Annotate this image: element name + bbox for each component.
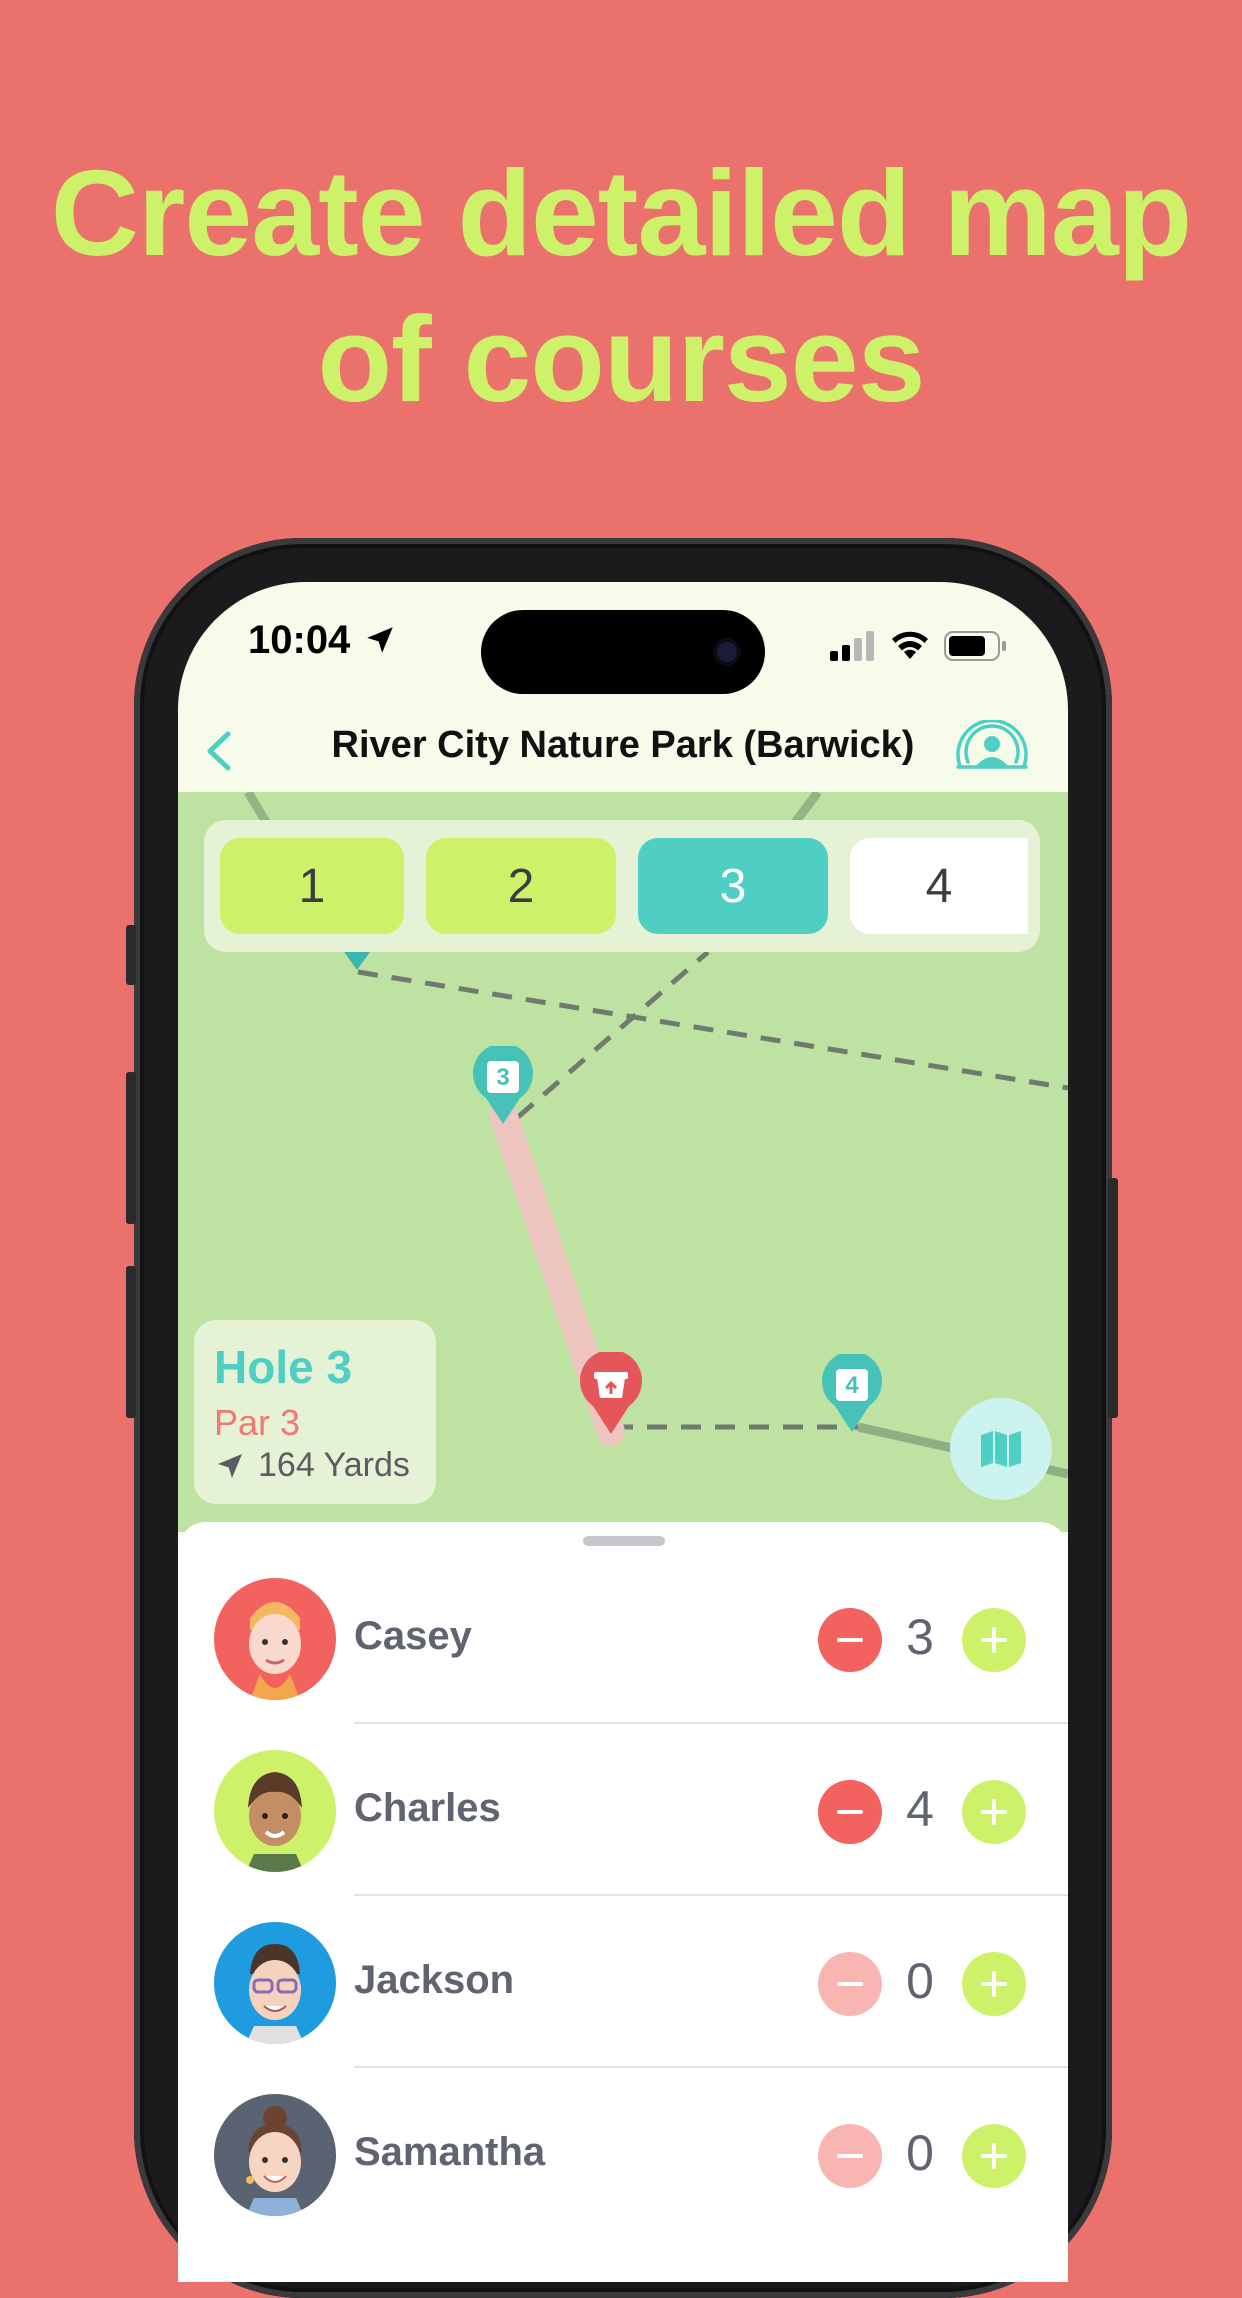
hole-tab-3[interactable]: 3 [638, 838, 828, 934]
hole-info-card: Hole 3 Par 3 164 Yards [194, 1320, 436, 1504]
dynamic-island [481, 610, 765, 694]
hole-3-marker[interactable]: 3 [470, 1043, 536, 1126]
course-map[interactable]: 3 4 1 2 3 4 Hole 3 Par 3 164 Yards [178, 792, 1068, 1532]
headline-line-1: Create detailed map [50, 145, 1192, 281]
hole-par: Par 3 [214, 1402, 301, 1443]
minus-icon [837, 1982, 863, 1986]
player-row: Samantha 0 [178, 2068, 1068, 2240]
player-score: 4 [906, 1781, 934, 1837]
battery-icon [944, 631, 1006, 661]
minus-icon [837, 1810, 863, 1814]
hole-tab-1[interactable]: 1 [220, 838, 404, 934]
wifi-icon [892, 631, 928, 659]
location-arrow-icon [218, 1453, 242, 1478]
avatar [214, 1578, 336, 1700]
player-score: 3 [906, 1609, 934, 1665]
increment-score-button[interactable] [962, 1952, 1026, 2016]
person-broadcast-icon [956, 718, 1028, 769]
hole-3-marker-label: 3 [496, 1064, 510, 1091]
player-score: 0 [906, 2125, 934, 2181]
map-icon [981, 1431, 1021, 1467]
player-row: Jackson 0 [178, 1896, 1068, 2068]
sheet-grabber[interactable] [583, 1536, 665, 1546]
phone-volume-down [126, 1266, 136, 1418]
hole-tab-4[interactable]: 4 [850, 838, 1028, 934]
minus-icon [837, 2154, 863, 2158]
increment-score-button[interactable] [962, 1780, 1026, 1844]
hole-tab-2[interactable]: 2 [426, 838, 616, 934]
hole-distance: 164 Yards [214, 1446, 410, 1485]
hole-selector: 1 2 3 4 [204, 820, 1040, 952]
avatar [214, 1922, 336, 2044]
increment-score-button[interactable] [962, 1608, 1026, 1672]
tee-marker[interactable] [578, 1349, 644, 1436]
plus-icon [981, 1971, 1007, 1997]
decrement-score-button[interactable] [818, 2124, 882, 2188]
plus-icon [981, 1799, 1007, 1825]
increment-score-button[interactable] [962, 2124, 1026, 2188]
headline-line-2: of courses [317, 291, 926, 427]
player-name: Charles [354, 1786, 501, 1830]
hole-4-marker[interactable]: 4 [819, 1351, 885, 1434]
hole-4-marker-label: 4 [845, 1372, 859, 1399]
decrement-score-button[interactable] [818, 1780, 882, 1844]
avatar [214, 2094, 336, 2216]
avatar [214, 1750, 336, 1872]
status-time: 10:04 [248, 618, 397, 663]
plus-icon [981, 1627, 1007, 1653]
player-name: Samantha [354, 2130, 546, 2174]
tee-box-icon [580, 1349, 642, 1434]
player-row: Charles 4 [178, 1724, 1068, 1896]
map-view-button[interactable] [950, 1398, 1052, 1500]
headline: Create detailed map of courses [0, 140, 1242, 432]
decrement-score-button[interactable] [818, 1952, 882, 2016]
cellular-signal-icon [830, 631, 874, 661]
phone-power-button [1108, 1178, 1118, 1418]
phone-volume-up [126, 1072, 136, 1224]
status-indicators [830, 630, 1008, 662]
course-title: River City Nature Park (Barwick) [331, 724, 915, 766]
decrement-score-button[interactable] [818, 1608, 882, 1672]
player-location-button[interactable] [954, 718, 1030, 780]
player-score: 0 [906, 1953, 934, 2009]
minus-icon [837, 1638, 863, 1642]
navigation-bar: River City Nature Park (Barwick) [178, 712, 1068, 792]
phone-action-button [126, 925, 136, 985]
player-name: Jackson [354, 1958, 515, 2002]
player-name: Casey [354, 1614, 472, 1658]
location-arrow-icon [367, 627, 394, 653]
hole-title: Hole 3 [214, 1341, 353, 1393]
app-screen: 10:04 River City Nature Park (Barwick) 3… [178, 582, 1068, 2282]
player-row: Casey 3 [178, 1552, 1068, 1724]
scorecard-sheet: Casey 3 Charles 4 Jackson 0 Samantha 0 [178, 1522, 1068, 2282]
plus-icon [981, 2143, 1007, 2169]
